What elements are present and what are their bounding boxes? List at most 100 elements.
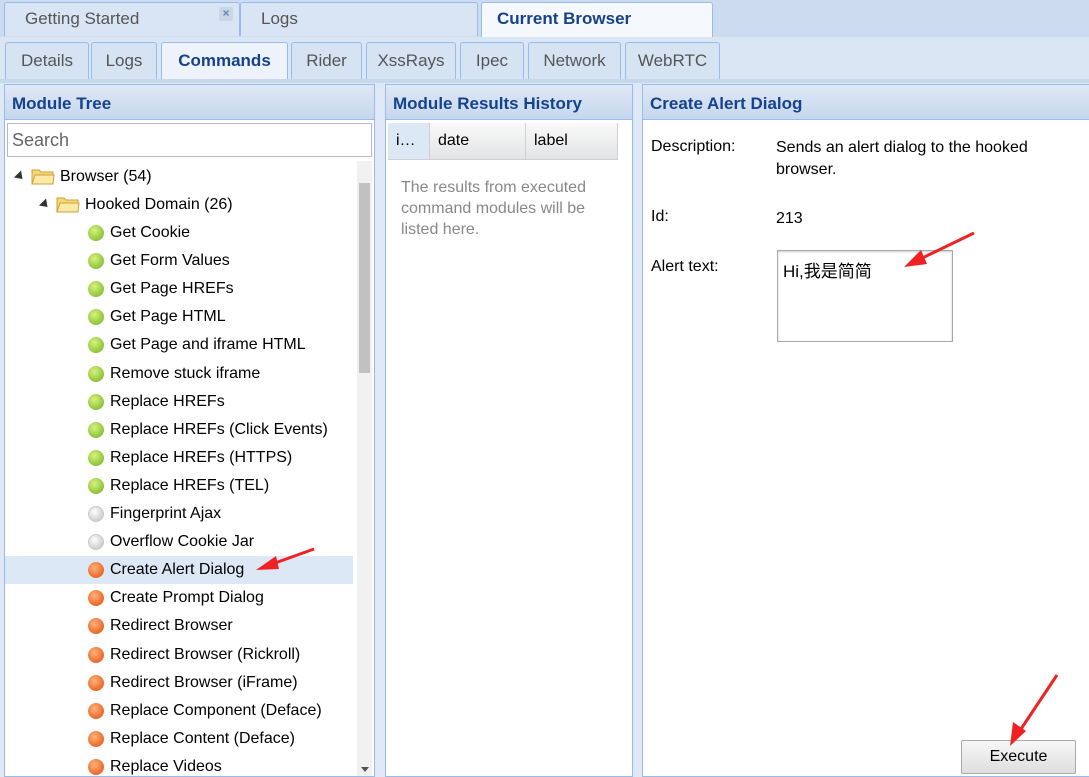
expand-arrow-icon[interactable] <box>38 198 52 211</box>
tab-logs-top-label: Logs <box>261 9 298 28</box>
tree-item[interactable]: Get Page and iframe HTML <box>5 331 353 359</box>
tree-item[interactable]: Get Cookie <box>5 219 353 247</box>
tree-item-label: Replace HREFs (TEL) <box>110 476 270 494</box>
module-tree-title: Module Tree <box>5 85 374 120</box>
tree-item-label: Replace Content (Deface) <box>110 729 295 747</box>
tab-current-browser-label: Current Browser <box>497 9 632 28</box>
green-status-dot-icon <box>88 309 104 326</box>
module-tree: Browser (54) Hooked Domain (26) Get Cook… <box>5 161 353 776</box>
description-text: Sends an alert dialog to the hooked brow… <box>776 139 1028 178</box>
tab-current-browser[interactable]: Current Browser <box>481 2 713 38</box>
tree-item[interactable]: Redirect Browser (Rickroll) <box>5 641 353 669</box>
tree-item[interactable]: Redirect Browser <box>5 612 353 640</box>
sub-tab-bar: Details Logs Commands Rider XssRays Ipec… <box>0 37 1089 83</box>
orange-status-dot-icon <box>88 618 104 635</box>
green-status-dot-icon <box>88 253 104 270</box>
orange-status-dot-icon <box>88 674 104 691</box>
tree-item[interactable]: Replace HREFs (HTTPS) <box>5 444 353 472</box>
tree-item-label: Replace HREFs <box>110 392 225 410</box>
green-status-dot-icon <box>88 449 104 466</box>
folder-open-icon <box>31 169 55 185</box>
top-tab-bar: Getting Started × Logs Current Browser <box>0 0 1089 38</box>
results-title: Module Results History <box>386 85 632 120</box>
tab-rider[interactable]: Rider <box>291 42 362 79</box>
green-status-dot-icon <box>88 225 104 241</box>
results-empty-text: The results from executed command module… <box>401 179 586 238</box>
tab-details-label: Details <box>21 51 73 70</box>
tree-scrollbar[interactable] <box>357 161 372 776</box>
tree-item-label: Get Page HTML <box>110 308 226 326</box>
tree-item-label: Overflow Cookie Jar <box>110 533 255 551</box>
tab-logs-label: Logs <box>105 51 143 70</box>
tree-item[interactable]: Replace HREFs (Click Events) <box>5 416 353 444</box>
green-status-dot-icon <box>88 365 104 382</box>
expand-arrow-icon[interactable] <box>13 170 27 183</box>
column-header-label[interactable]: label <box>526 123 618 159</box>
tab-ipec[interactable]: Ipec <box>460 42 524 79</box>
results-panel: Module Results History i… date label The… <box>385 84 633 777</box>
tree-node-hooked-domain-label: Hooked Domain (26) <box>85 196 233 213</box>
close-icon[interactable]: × <box>219 7 233 21</box>
tree-item[interactable]: Replace Content (Deface) <box>5 725 353 753</box>
tree-item[interactable]: Create Alert Dialog <box>5 556 353 585</box>
tree-item[interactable]: Overflow Cookie Jar <box>5 528 353 556</box>
orange-status-dot-icon <box>88 562 104 579</box>
tree-item-label: Replace HREFs (HTTPS) <box>110 448 293 466</box>
grey-status-dot-icon <box>88 506 104 522</box>
tree-item-label: Redirect Browser (Rickroll) <box>110 645 301 663</box>
scroll-down-icon[interactable] <box>361 767 369 772</box>
green-status-dot-icon <box>88 337 104 354</box>
tree-item-label: Replace Videos <box>110 757 222 775</box>
tree-item[interactable]: Get Page HTML <box>5 303 353 331</box>
search-box[interactable] <box>7 123 372 157</box>
module-tree-panel: Module Tree Browser (54) Hooked Domain (… <box>4 84 375 777</box>
execute-button[interactable]: Execute <box>961 740 1076 774</box>
tree-item[interactable]: Get Form Values <box>5 247 353 275</box>
command-title: Create Alert Dialog <box>643 85 1089 120</box>
tree-item[interactable]: Remove stuck iframe <box>5 360 353 388</box>
tree-node-hooked-domain[interactable]: Hooked Domain (26) <box>5 191 353 219</box>
alert-text-input[interactable]: Hi,我是简简 <box>777 250 953 342</box>
tab-getting-started[interactable]: Getting Started × <box>4 2 240 36</box>
command-panel: Create Alert Dialog Description: Sends a… <box>642 84 1089 777</box>
alert-text-label: Alert text: <box>651 258 719 275</box>
tab-logs-top[interactable]: Logs <box>240 2 478 36</box>
tree-item-label: Get Cookie <box>110 224 191 241</box>
tab-xssrays[interactable]: XssRays <box>366 42 456 79</box>
tree-item[interactable]: Fingerprint Ajax <box>5 500 353 528</box>
tree-item-label: Get Page HREFs <box>110 280 234 298</box>
tab-network[interactable]: Network <box>528 42 621 79</box>
tree-item[interactable]: Get Page HREFs <box>5 275 353 303</box>
tab-getting-started-label: Getting Started <box>25 9 140 28</box>
tab-webrtc-label: WebRTC <box>637 51 708 70</box>
tree-item-label: Get Form Values <box>110 252 230 270</box>
tree-item-label: Remove stuck iframe <box>110 364 261 382</box>
description-label: Description: <box>651 138 736 155</box>
tab-details[interactable]: Details <box>5 42 89 79</box>
orange-status-dot-icon <box>88 758 104 775</box>
tab-rider-label: Rider <box>306 51 347 70</box>
tab-logs[interactable]: Logs <box>91 42 157 79</box>
tree-item[interactable]: Replace Component (Deface) <box>5 697 353 725</box>
column-header-date[interactable]: date <box>430 123 526 159</box>
tree-item[interactable]: Replace Videos <box>5 753 353 776</box>
green-status-dot-icon <box>88 281 104 298</box>
tab-xssrays-label: XssRays <box>377 51 445 70</box>
tree-item[interactable]: Replace HREFs <box>5 388 353 416</box>
tab-ipec-label: Ipec <box>475 51 509 70</box>
green-status-dot-icon <box>88 393 104 410</box>
tab-commands[interactable]: Commands <box>161 42 288 79</box>
search-input[interactable] <box>8 124 371 156</box>
tab-webrtc[interactable]: WebRTC <box>625 42 720 79</box>
results-grid-header: i… date label <box>388 123 618 160</box>
folder-open-icon <box>56 197 80 213</box>
tree-item[interactable]: Create Prompt Dialog <box>5 584 353 612</box>
column-header-id[interactable]: i… <box>388 123 430 159</box>
scrollbar-thumb[interactable] <box>359 183 370 373</box>
tree-item[interactable]: Redirect Browser (iFrame) <box>5 669 353 697</box>
tree-item-label: Fingerprint Ajax <box>110 505 222 522</box>
tree-item[interactable]: Replace HREFs (TEL) <box>5 472 353 500</box>
tree-node-browser[interactable]: Browser (54) <box>5 163 353 191</box>
tab-network-label: Network <box>543 51 606 70</box>
grey-status-dot-icon <box>88 534 104 551</box>
